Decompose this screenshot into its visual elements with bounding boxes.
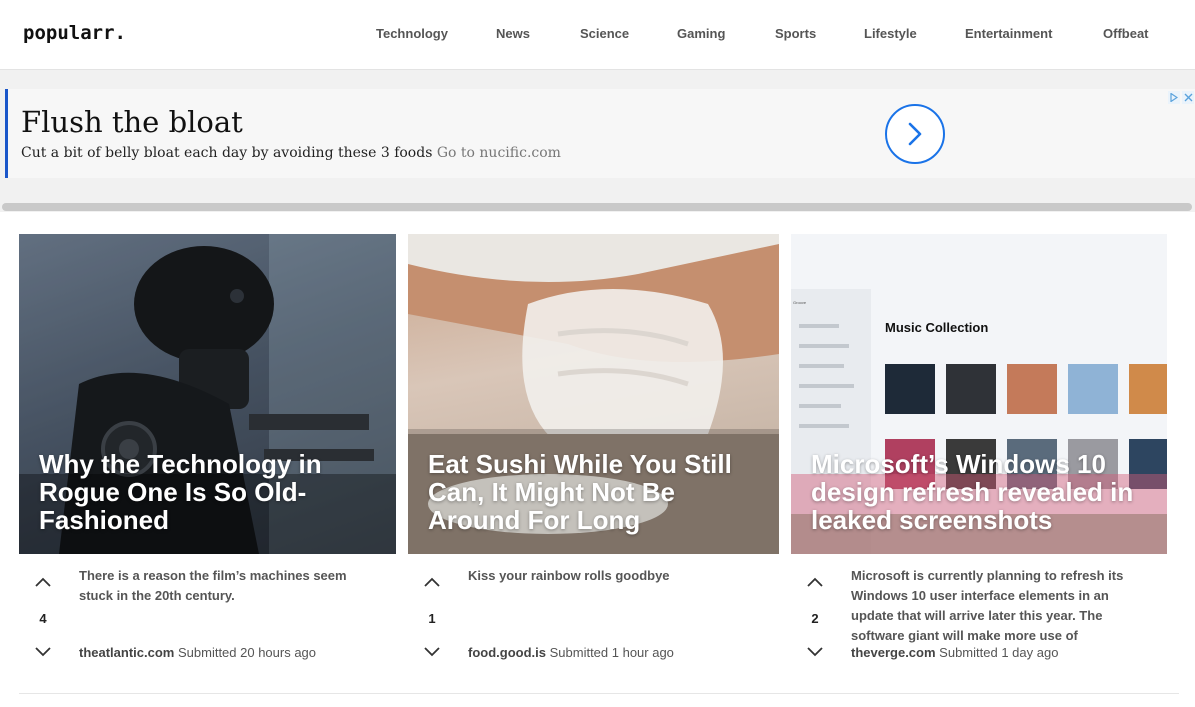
ad-close-icon[interactable] [1182, 91, 1194, 104]
vote-widget: 1 [408, 567, 456, 677]
ad-link[interactable]: Go to nucific.com [437, 145, 561, 161]
article-source[interactable]: theatlantic.com [79, 645, 174, 660]
downvote-icon[interactable] [33, 645, 53, 659]
nav-science[interactable]: Science [580, 26, 629, 41]
site-header: popularr. Technology News Science Gaming… [0, 0, 1195, 70]
article-image[interactable]: Why the Technology in Rogue One Is So Ol… [19, 234, 396, 554]
vote-widget: 4 [19, 567, 67, 677]
article-title[interactable]: Microsoft’s Windows 10 design refresh re… [811, 450, 1153, 534]
music-app-name: Groove [793, 300, 807, 305]
article-card[interactable]: Eat Sushi While You Still Can, It Might … [408, 234, 779, 554]
ad-banner[interactable]: Flush the bloat Cut a bit of belly bloat… [5, 89, 1195, 178]
ad-choices[interactable] [1168, 91, 1195, 104]
article-submitted: Submitted 1 day ago [939, 645, 1059, 660]
article-meta: theatlantic.com Submitted 20 hours ago [79, 645, 316, 660]
vote-count: 2 [811, 611, 819, 626]
upvote-icon[interactable] [422, 575, 442, 589]
article-image[interactable]: Groove Music Collection Microsoft’s Wind… [791, 234, 1167, 554]
vote-widget: 2 [791, 567, 839, 677]
nav-sports[interactable]: Sports [775, 26, 816, 41]
article-title[interactable]: Eat Sushi While You Still Can, It Might … [428, 450, 765, 534]
nav-news[interactable]: News [496, 26, 530, 41]
nav-technology[interactable]: Technology [376, 26, 448, 41]
article-card[interactable]: Groove Music Collection Microsoft’s Wind… [791, 234, 1167, 554]
article-submitted: Submitted 1 hour ago [549, 645, 674, 660]
adchoices-play-icon[interactable] [1168, 91, 1180, 104]
horizontal-scrollbar[interactable] [2, 203, 1192, 211]
ad-title[interactable]: Flush the bloat [21, 105, 243, 139]
article-description: There is a reason the film’s machines se… [79, 568, 347, 603]
ad-subtitle: Cut a bit of belly bloat each day by avo… [21, 145, 561, 161]
nav-lifestyle[interactable]: Lifestyle [864, 26, 917, 41]
article-title[interactable]: Why the Technology in Rogue One Is So Ol… [39, 450, 382, 534]
nav-gaming[interactable]: Gaming [677, 26, 725, 41]
nav-offbeat[interactable]: Offbeat [1103, 26, 1149, 41]
chevron-right-icon [908, 122, 922, 146]
nav-entertainment[interactable]: Entertainment [965, 26, 1052, 41]
upvote-icon[interactable] [805, 575, 825, 589]
article-description: Microsoft is currently planning to refre… [851, 568, 1124, 643]
upvote-icon[interactable] [33, 575, 53, 589]
main-nav: Technology News Science Gaming Sports Li… [0, 26, 1195, 44]
article-meta: theverge.com Submitted 1 day ago [851, 645, 1058, 660]
downvote-icon[interactable] [805, 645, 825, 659]
article-source[interactable]: theverge.com [851, 645, 936, 660]
vote-count: 1 [428, 611, 436, 626]
article-source[interactable]: food.good.is [468, 645, 546, 660]
article-meta: food.good.is Submitted 1 hour ago [468, 645, 674, 660]
section-divider [19, 693, 1179, 694]
article-image[interactable]: Eat Sushi While You Still Can, It Might … [408, 234, 779, 554]
article-submitted: Submitted 20 hours ago [177, 645, 317, 660]
article-description: Kiss your rainbow rolls goodbye [468, 568, 670, 583]
article-card[interactable]: Why the Technology in Rogue One Is So Ol… [19, 234, 396, 554]
vote-count: 4 [39, 611, 47, 626]
music-collection-heading: Music Collection [885, 320, 989, 335]
ad-go-button[interactable] [885, 104, 945, 164]
downvote-icon[interactable] [422, 645, 442, 659]
ad-subtitle-text: Cut a bit of belly bloat each day by avo… [21, 145, 433, 161]
